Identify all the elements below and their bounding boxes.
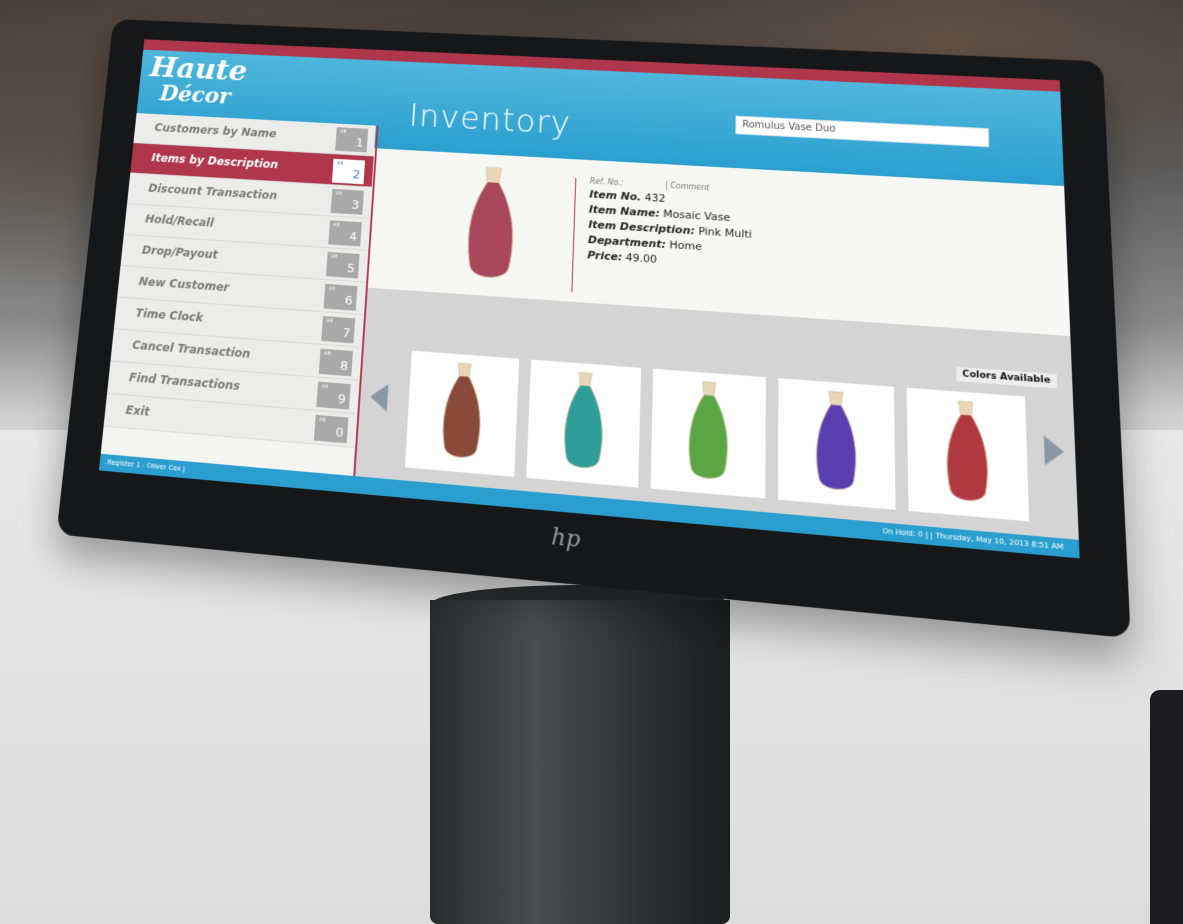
brand-logo: Haute Décor — [146, 53, 248, 110]
hotkey-button[interactable]: Alt 6 — [324, 284, 358, 311]
item-desc-value: Pink Multi — [698, 225, 752, 241]
menu-item-label: Discount Transaction — [148, 182, 278, 202]
hotkey-button[interactable]: Alt 3 — [331, 189, 364, 215]
vase-thumb-image — [810, 387, 864, 500]
pos-screen: Haute Décor Inventory Romulus Vase Duo C… — [99, 39, 1080, 558]
hotkey-button[interactable]: Alt 7 — [321, 316, 355, 343]
ref-label: Ref. No.: — [590, 177, 624, 187]
price-label: Price: — [587, 249, 622, 264]
vase-thumb-image — [939, 396, 996, 511]
hotkey-button[interactable]: Alt 0 — [314, 415, 349, 443]
menu-item-label: Cancel Transaction — [132, 338, 251, 360]
hotkey-button[interactable]: Alt 8 — [319, 349, 353, 377]
vase-image — [459, 162, 523, 288]
color-swatch-thumb[interactable] — [907, 388, 1030, 522]
hotkey-button[interactable]: Alt 9 — [316, 382, 350, 410]
prev-arrow-icon[interactable] — [369, 383, 388, 412]
item-fields: Ref. No.: | Comment Item No. 432 Item Na… — [587, 177, 752, 274]
item-no-label: Item No. — [589, 188, 641, 203]
hotkey-button[interactable]: Alt 5 — [326, 252, 360, 279]
colors-available-label: Colors Available — [956, 367, 1058, 389]
menu-item-label: Find Transactions — [128, 371, 240, 393]
hp-logo-icon: hp — [551, 525, 581, 554]
comment-label: | Comment — [665, 181, 709, 192]
department-value: Home — [669, 239, 702, 254]
menu-item-label: Drop/Payout — [141, 243, 218, 261]
menu-item-label: Time Clock — [135, 306, 204, 324]
tablet-bezel: Haute Décor Inventory Romulus Vase Duo C… — [56, 19, 1130, 638]
function-menu: Customers by Name Alt 1 Items by Descript… — [101, 113, 376, 476]
next-arrow-icon[interactable] — [1044, 436, 1065, 467]
pos-tablet: Haute Décor Inventory Romulus Vase Duo C… — [0, 0, 1183, 924]
vase-thumb-image — [435, 359, 490, 467]
price-value: 49.00 — [626, 251, 658, 266]
detail-divider — [571, 178, 576, 292]
hotkey-button[interactable]: Alt 2 — [331, 158, 366, 185]
search-input[interactable]: Romulus Vase Duo — [735, 116, 989, 148]
vase-thumb-image — [557, 368, 611, 478]
vase-thumb-image — [682, 377, 735, 489]
item-no-value: 432 — [645, 191, 666, 205]
menu-item-label: New Customer — [138, 275, 229, 294]
menu-item-label: Items by Description — [151, 151, 279, 171]
color-swatch-thumb[interactable] — [526, 360, 641, 488]
hotkey-button[interactable]: Alt 4 — [328, 220, 362, 246]
menu-item-label: Exit — [125, 403, 150, 419]
menu-item-label: Customers by Name — [154, 121, 277, 140]
color-swatch-thumb[interactable] — [405, 351, 519, 477]
menu-item-label: Hold/Recall — [145, 212, 215, 229]
page-title: Inventory — [408, 98, 572, 143]
hotkey-button[interactable]: Alt 1 — [335, 127, 368, 152]
color-swatch-thumb[interactable] — [778, 378, 896, 510]
color-swatch-thumb[interactable] — [651, 369, 766, 499]
